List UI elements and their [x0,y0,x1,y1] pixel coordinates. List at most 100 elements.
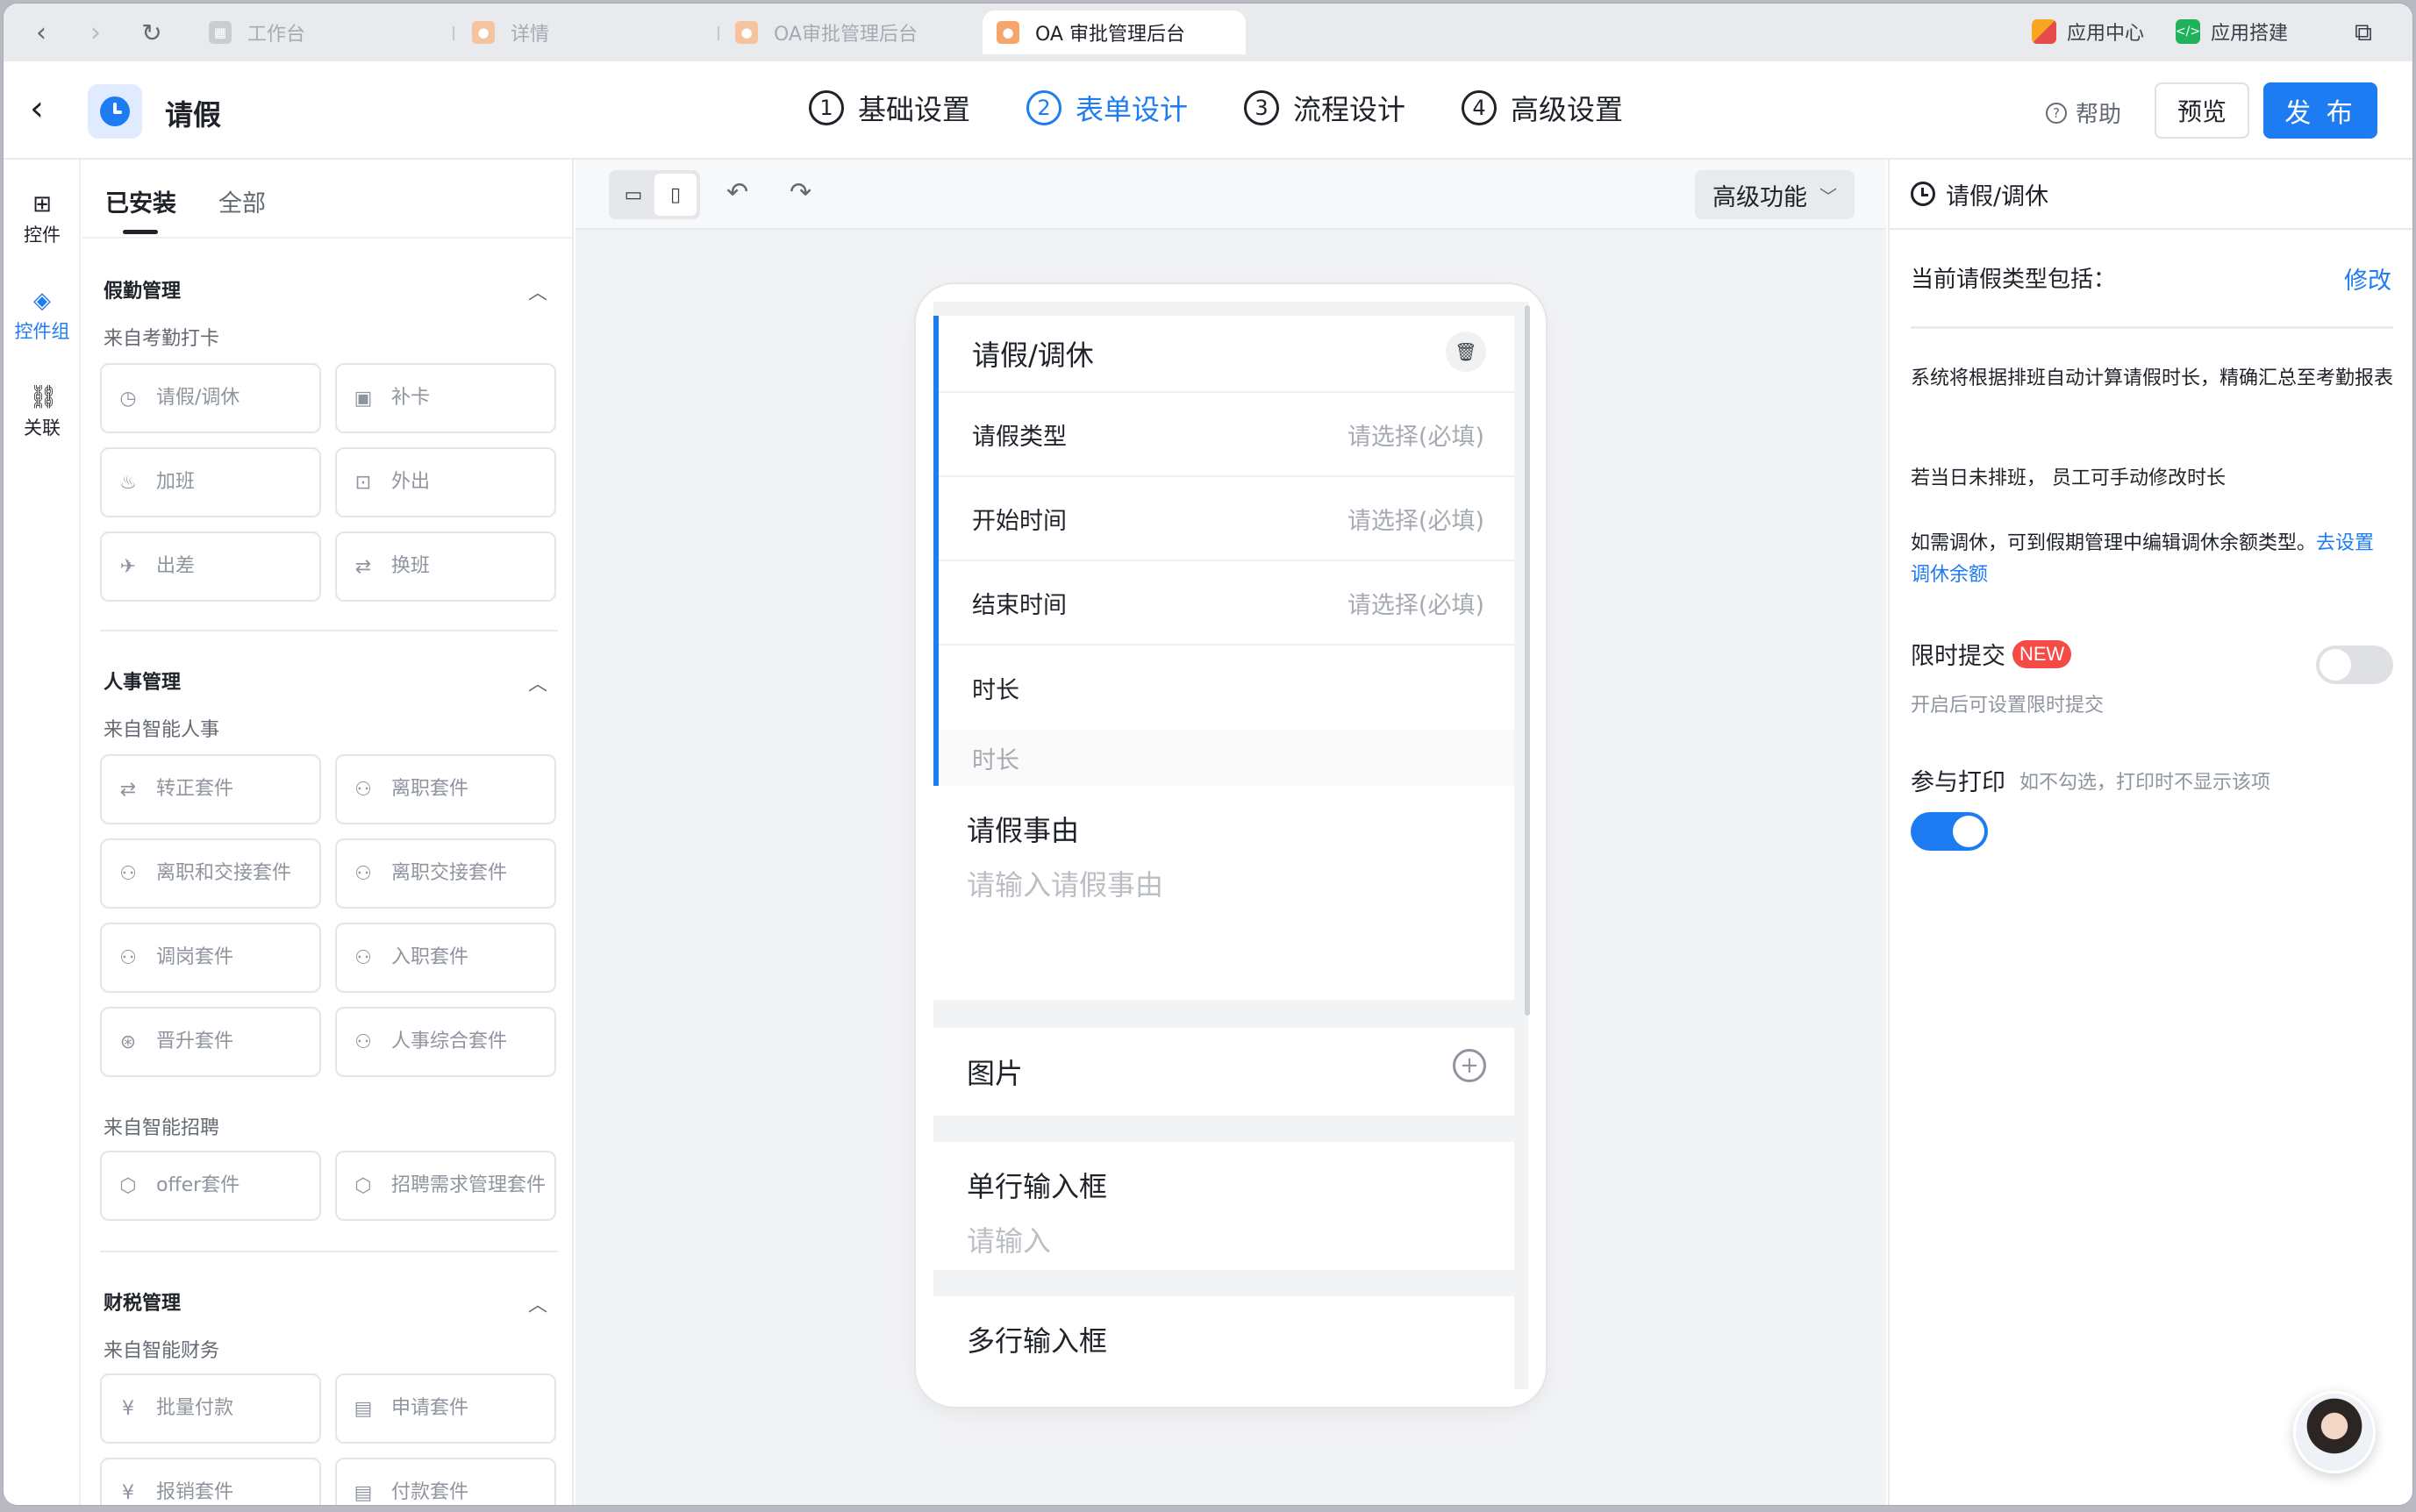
app-center-label: 应用中心 [2067,23,2145,45]
back-nav-icon[interactable]: ‹ [25,16,58,49]
rail-item-control-groups[interactable]: ◈ 控件组 [4,288,81,344]
step-form-design[interactable]: 2 表单设计 [1026,88,1188,128]
widget-label: 付款套件 [391,1481,469,1503]
section-title-attendance: 假勤管理 [104,281,182,303]
widget-label: 请假/调休 [156,387,240,409]
widget-card[interactable]: ⚇ 离职交接套件 [335,838,556,909]
widget-card[interactable]: ⚇ 离职和交接套件 [100,838,321,909]
tab-installed[interactable]: 已安装 [105,184,176,234]
widget-card[interactable]: ⊛ 晋升套件 [100,1007,321,1077]
rail-item-link[interactable]: ⛓ 关联 [4,384,81,440]
refresh-icon[interactable]: ↻ [135,16,168,49]
widget-card[interactable]: ⚇ 离职套件 [335,754,556,824]
chevron-up-icon[interactable]: ︿ [528,668,547,696]
duration-input[interactable]: 时长 [939,730,1514,788]
device-toggle: ▭ ▯ [609,170,700,219]
form-row-leave-type[interactable]: 请假类型 请选择(必填) [939,393,1514,477]
chevron-up-icon[interactable]: ︿ [528,277,547,305]
widget-card[interactable]: ⚇ 人事综合套件 [335,1007,556,1077]
widget-card[interactable]: ▤ 付款套件 [335,1458,556,1505]
widget-card[interactable]: ▣ 补卡 [335,363,556,433]
single-line-input-field[interactable]: 单行输入框 请输入 [933,1142,1514,1270]
form-row-start-time[interactable]: 开始时间 请选择(必填) [939,477,1514,561]
app-builder-link[interactable]: </> 应用搭建 [2176,18,2288,46]
widget-card[interactable]: ⇄ 转正套件 [100,754,321,824]
open-external-icon[interactable]: ⧉ [2355,18,2372,47]
form-row-end-time[interactable]: 结束时间 请选择(必填) [939,561,1514,645]
rail-item-controls[interactable]: ⊞ 控件 [4,191,81,247]
field-placeholder: 请输入 [967,1224,1052,1258]
widget-card[interactable]: ▤ 申请套件 [335,1373,556,1444]
question-icon: ? [2046,102,2067,124]
app-window: ‹ › ↻ ▦ 工作台 ● 详情 ● OA审批管理后台 ● OA 审批管理后台 … [4,4,2412,1505]
widget-card[interactable]: ¥ 报销套件 [100,1458,321,1505]
step-label: 基础设置 [858,93,971,126]
widget-card[interactable]: ⬡ 招聘需求管理套件 [335,1151,556,1221]
browser-tab-detail[interactable]: ● 详情 [458,11,712,54]
back-icon[interactable]: ‹ [30,91,65,126]
widget-label: 补卡 [391,387,431,409]
help-link[interactable]: ? 帮助 [2046,96,2121,129]
desktop-icon[interactable]: ▭ [612,174,654,216]
form-icon: ▤ [354,1397,373,1420]
chevron-up-icon[interactable]: ︿ [528,1289,547,1317]
widget-card[interactable]: ⊡ 外出 [335,447,556,517]
widget-card[interactable]: ✈ 出差 [100,531,321,602]
field-label: 多行输入框 [967,1324,1108,1358]
mobile-icon[interactable]: ▯ [654,174,697,216]
detail-tab-icon: ● [472,21,495,44]
widget-label: 申请套件 [391,1397,469,1419]
browser-tab-oa-1[interactable]: ● OA审批管理后台 [721,11,976,54]
app-center-icon [2032,19,2056,44]
widget-card[interactable]: ♨ 加班 [100,447,321,517]
browser-tab-workbench[interactable]: ▦ 工作台 [195,11,449,54]
edit-link[interactable]: 修改 [2344,261,2391,296]
browser-tab-oa-active[interactable]: ● OA 审批管理后台 [983,11,1246,54]
widget-label: 入职套件 [391,946,469,968]
trash-icon[interactable]: 🗑 [1446,332,1486,372]
step-advanced-settings[interactable]: 4 高级设置 [1462,88,1623,128]
reason-field[interactable]: 请假事由 请输入请假事由 [933,786,1514,1000]
oa-tab-icon: ● [735,21,758,44]
step-number: 2 [1026,90,1062,125]
note-comp-leave: 如需调休，可到假期管理中编辑调休余额类型。去设置调休余额 [1911,528,2393,591]
limit-submit-toggle[interactable] [2316,645,2393,684]
widget-card[interactable]: ⬡ offer套件 [100,1151,321,1221]
step-flow-design[interactable]: 3 流程设计 [1244,88,1405,128]
field-placeholder: 请选择(必填) [1347,423,1484,451]
redo-icon[interactable]: ↷ [790,177,811,208]
forward-nav-icon[interactable]: › [79,16,112,49]
multi-line-input-field[interactable]: 多行输入框 [933,1296,1514,1389]
widget-card[interactable]: ¥ 批量付款 [100,1373,321,1444]
widget-label: 批量付款 [156,1397,234,1419]
field-label: 请假类型 [972,423,1067,451]
section-title-hr: 人事管理 [104,672,182,694]
widget-card[interactable]: ⚇ 调岗套件 [100,923,321,993]
advanced-label: 高级功能 [1712,183,1807,211]
publish-button[interactable]: 发 布 [2263,82,2377,139]
properties-title: 请假/调休 [1946,182,2049,210]
widget-card[interactable]: ◷ 请假/调休 [100,363,321,433]
plus-circle-icon[interactable]: + [1453,1049,1486,1082]
toggle-knob [1953,816,1984,847]
scrollbar[interactable] [1525,305,1530,1016]
app-center-link[interactable]: 应用中心 [2032,18,2144,46]
assistant-avatar[interactable] [2293,1391,2376,1473]
overtime-icon: ♨ [119,471,137,494]
widget-card[interactable]: ⚇ 入职套件 [335,923,556,993]
plane-icon: ✈ [119,555,137,578]
preview-button[interactable]: 预览 [2155,82,2249,139]
undo-icon[interactable]: ↶ [726,177,748,208]
step-basic-settings[interactable]: 1 基础设置 [809,88,970,128]
field-label: 请假事由 [967,814,1080,847]
widget-card[interactable]: ⇄ 换班 [335,531,556,602]
form-row-duration[interactable]: 时长 [939,645,1514,730]
widget-label: 调岗套件 [156,946,234,968]
leave-group-field[interactable]: 请假/调休 🗑 请假类型 请选择(必填) 开始时间 请选择(必填) 结束时间 请… [933,316,1514,788]
grid-icon: ⊞ [32,191,52,218]
advanced-features-dropdown[interactable]: 高级功能 ﹀ [1695,170,1855,219]
tab-all[interactable]: 全部 [218,184,266,218]
divider [100,1251,558,1252]
image-field[interactable]: 图片 + [933,1028,1514,1116]
print-toggle[interactable] [1911,812,1988,851]
